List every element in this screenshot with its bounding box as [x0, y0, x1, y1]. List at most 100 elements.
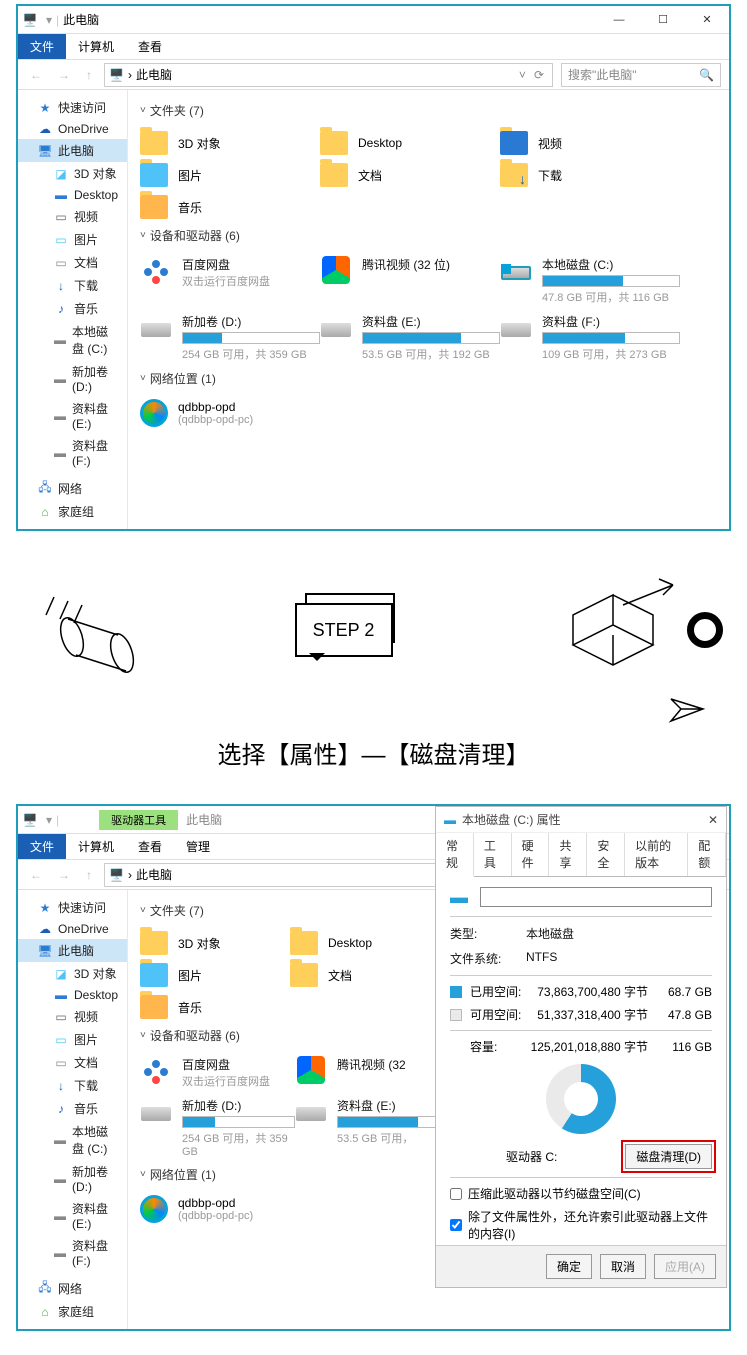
- tab-file[interactable]: 文件: [18, 34, 66, 59]
- folder-item[interactable]: 下载: [500, 159, 680, 191]
- nav-sub[interactable]: ▭文档: [18, 251, 127, 274]
- netloc-item[interactable]: qdbbp-opd(qdbbp-opd-pc): [140, 1191, 416, 1227]
- close-button[interactable]: ✕: [685, 6, 729, 34]
- nav-sub[interactable]: ▬新加卷 (D:): [18, 1160, 127, 1197]
- minimize-button[interactable]: —: [597, 6, 641, 34]
- tab-file[interactable]: 文件: [18, 834, 66, 859]
- nav-sub[interactable]: ▬资料盘 (F:): [18, 1234, 127, 1271]
- drive-item[interactable]: 腾讯视频 (32 位): [320, 252, 500, 309]
- nav-quick[interactable]: ★快速访问: [18, 96, 127, 119]
- nav-pc[interactable]: 🖥此电脑: [18, 939, 127, 962]
- tab-view[interactable]: 查看: [126, 834, 174, 859]
- tab-quota[interactable]: 配额: [688, 833, 726, 876]
- nav-back-icon[interactable]: ←: [26, 68, 46, 82]
- nav-back-icon[interactable]: ←: [26, 868, 46, 882]
- group-netloc[interactable]: ˅网络位置 (1): [140, 1166, 416, 1183]
- nav-sub[interactable]: ▭图片: [18, 1028, 127, 1051]
- nav-network[interactable]: 🖧网络: [18, 1277, 127, 1300]
- nav-fwd-icon[interactable]: →: [54, 868, 74, 882]
- folder-item[interactable]: Desktop: [320, 127, 500, 159]
- folder-item[interactable]: 文档: [290, 959, 440, 991]
- apply-button[interactable]: 应用(A): [654, 1254, 716, 1279]
- search-input[interactable]: 搜索"此电脑" 🔍: [561, 63, 721, 87]
- nav-sub[interactable]: ▬资料盘 (E:): [18, 1197, 127, 1234]
- nav-sub[interactable]: ▭视频: [18, 1005, 127, 1028]
- nav-sub[interactable]: ▬本地磁盘 (C:): [18, 1120, 127, 1160]
- group-folders[interactable]: ˅文件夹 (7): [140, 102, 717, 119]
- nav-sub[interactable]: ♪音乐: [18, 1097, 127, 1120]
- folder-item[interactable]: 图片: [140, 159, 320, 191]
- tab-view[interactable]: 查看: [126, 34, 174, 59]
- nav-sub[interactable]: ♪音乐: [18, 297, 127, 320]
- drive-item[interactable]: 资料盘 (F:)109 GB 可用，共 273 GB: [500, 309, 680, 366]
- nav-homegroup[interactable]: ⌂家庭组: [18, 500, 127, 523]
- folder-item[interactable]: 视频: [500, 127, 680, 159]
- disk-cleanup-button[interactable]: 磁盘清理(D): [625, 1144, 712, 1169]
- nav-sub[interactable]: ▭文档: [18, 1051, 127, 1074]
- compress-checkbox[interactable]: 压缩此驱动器以节约磁盘空间(C): [436, 1182, 726, 1205]
- tab-manage[interactable]: 管理: [174, 834, 222, 859]
- nav-sub[interactable]: ▬本地磁盘 (C:): [18, 320, 127, 360]
- nav-sub[interactable]: ↓下载: [18, 274, 127, 297]
- folder-item[interactable]: 图片: [140, 959, 290, 991]
- nav-sub[interactable]: ▬Desktop: [18, 985, 127, 1005]
- nav-sub[interactable]: ▬资料盘 (F:): [18, 434, 127, 471]
- tab-computer[interactable]: 计算机: [66, 34, 126, 59]
- netloc-item[interactable]: qdbbp-opd(qdbbp-opd-pc): [140, 395, 717, 431]
- group-drives[interactable]: ˅设备和驱动器 (6): [140, 1027, 416, 1044]
- drive-item[interactable]: 腾讯视频 (32: [295, 1052, 450, 1093]
- tab-sharing[interactable]: 共享: [549, 833, 587, 876]
- folder-item[interactable]: 文档: [320, 159, 500, 191]
- nav-network[interactable]: 🖧网络: [18, 477, 127, 500]
- refresh-icon[interactable]: ⟳: [530, 68, 548, 82]
- group-netloc[interactable]: ˅网络位置 (1): [140, 370, 717, 387]
- nav-sub[interactable]: ▬Desktop: [18, 185, 127, 205]
- nav-up-icon[interactable]: ↑: [82, 868, 96, 882]
- drive-item[interactable]: 百度网盘双击运行百度网盘: [140, 252, 320, 309]
- folder-item[interactable]: 3D 对象: [140, 127, 320, 159]
- folder-item[interactable]: 3D 对象: [140, 927, 290, 959]
- folder-item[interactable]: 音乐: [140, 991, 290, 1023]
- close-icon[interactable]: ✕: [708, 813, 718, 827]
- tab-hardware[interactable]: 硬件: [512, 833, 550, 876]
- nav-pc[interactable]: 🖥此电脑: [18, 139, 127, 162]
- image-folder-icon: [140, 963, 168, 987]
- drive-item[interactable]: 本地磁盘 (C:)47.8 GB 可用，共 116 GB: [500, 252, 680, 309]
- group-drives[interactable]: ˅设备和驱动器 (6): [140, 227, 717, 244]
- drive-item[interactable]: 新加卷 (D:)254 GB 可用，共 359 GB: [140, 1093, 295, 1162]
- folder-item[interactable]: Desktop: [290, 927, 440, 959]
- cancel-button[interactable]: 取消: [600, 1254, 646, 1279]
- ok-button[interactable]: 确定: [546, 1254, 592, 1279]
- nav-fwd-icon[interactable]: →: [54, 68, 74, 82]
- nav-sub[interactable]: ▭视频: [18, 205, 127, 228]
- drive-item[interactable]: 百度网盘双击运行百度网盘: [140, 1052, 295, 1093]
- nav-sub[interactable]: ▬资料盘 (E:): [18, 397, 127, 434]
- nav-sub[interactable]: ▬新加卷 (D:): [18, 360, 127, 397]
- drive-item[interactable]: 新加卷 (D:)254 GB 可用，共 359 GB: [140, 309, 320, 366]
- nav-homegroup[interactable]: ⌂家庭组: [18, 1300, 127, 1323]
- nav-sub[interactable]: ◪3D 对象: [18, 162, 127, 185]
- drive-item[interactable]: 资料盘 (E:)53.5 GB 可用，共 192 GB: [320, 309, 500, 366]
- drive-item[interactable]: 资料盘 (E:)53.5 GB 可用，: [295, 1093, 450, 1162]
- index-checkbox[interactable]: 除了文件属性外，还允许索引此驱动器上文件的内容(I): [436, 1205, 726, 1245]
- nav-sub[interactable]: ◪3D 对象: [18, 962, 127, 985]
- nav-sub[interactable]: ▭图片: [18, 228, 127, 251]
- nav-onedrive[interactable]: ☁OneDrive: [18, 119, 127, 139]
- tab-drivetools[interactable]: 驱动器工具: [99, 810, 178, 830]
- nav-onedrive[interactable]: ☁OneDrive: [18, 919, 127, 939]
- tab-general[interactable]: 常规: [436, 833, 474, 877]
- tab-tools[interactable]: 工具: [474, 833, 512, 876]
- breadcrumb[interactable]: 🖥️ › 此电脑 ˅ ⟳: [104, 63, 553, 87]
- folder-item[interactable]: 音乐: [140, 191, 320, 223]
- tab-computer[interactable]: 计算机: [66, 834, 126, 859]
- chevron-down-icon[interactable]: ˅: [515, 68, 530, 82]
- nav-up-icon[interactable]: ↑: [82, 68, 96, 82]
- tab-security[interactable]: 安全: [587, 833, 625, 876]
- pc-icon: 🖥: [38, 944, 52, 958]
- nav-sub[interactable]: ↓下载: [18, 1074, 127, 1097]
- group-folders[interactable]: ˅文件夹 (7): [140, 902, 416, 919]
- tab-prev[interactable]: 以前的版本: [625, 833, 688, 876]
- maximize-button[interactable]: ☐: [641, 6, 685, 34]
- nav-quick[interactable]: ★快速访问: [18, 896, 127, 919]
- label-input[interactable]: [480, 887, 712, 907]
